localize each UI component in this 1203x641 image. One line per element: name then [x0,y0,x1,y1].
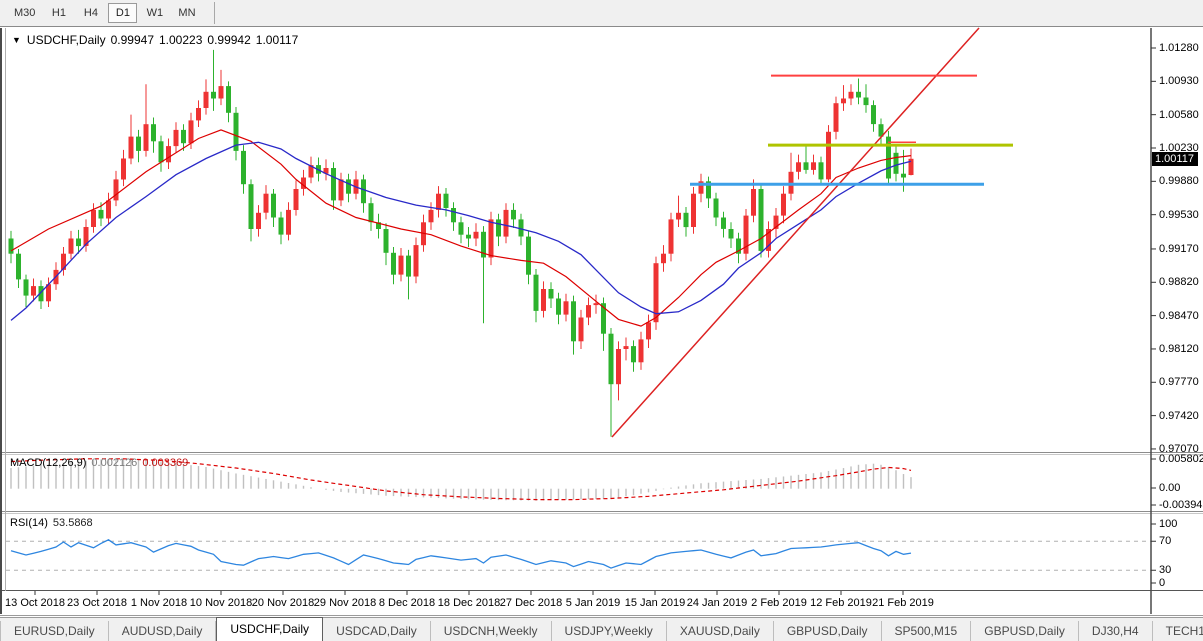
price-axis-label: 0.98120 [1159,342,1199,355]
divider [0,454,1203,455]
open-value: 0.99947 [110,33,154,47]
price-axis-label: 0.98820 [1159,276,1199,289]
price-axis-label: 0.99880 [1159,175,1199,188]
main-chart-panel[interactable] [0,28,1203,452]
toolbar-separator [213,2,215,24]
timeframe-button-h4[interactable]: H4 [76,3,105,23]
high-value: 1.00223 [159,33,203,47]
low-value: 0.99942 [207,33,251,47]
rsi-axis-label: 0 [1159,577,1166,589]
macd-axis-label: 0.005802 [1159,453,1203,465]
rsi-label: RSI(14) 53.5868 [10,517,93,529]
chart-tab-dj30-10[interactable]: DJ30,H4 [1079,621,1153,641]
rsi-value: 53.5868 [52,517,93,529]
rsi-axis-label: 100 [1159,518,1178,530]
time-axis-label: 27 Dec 2018 [499,597,563,609]
price-axis-label: 1.00930 [1159,75,1199,88]
current-price-tag: 1.00117 [1152,151,1198,166]
timeframe-button-m30[interactable]: M30 [8,3,41,23]
chart-tab-gbpusd-9[interactable]: GBPUSD,Daily [971,621,1079,641]
divider [0,513,1203,514]
chart-tab-eurusd-0[interactable]: EURUSD,Daily [1,621,109,641]
time-axis-label: 15 Jan 2019 [624,597,686,609]
chart-tab-sp500-8[interactable]: SP500,M15 [882,621,972,641]
timeframe-button-mn[interactable]: MN [172,3,201,23]
time-axis-label: 5 Jan 2019 [565,597,621,609]
time-axis-label: 29 Nov 2018 [313,597,377,609]
chart-ohlc-header: ▼ USDCHF,Daily 0.99947 1.00223 0.99942 1.0011… [12,33,298,47]
rsi-axis-label: 30 [1159,564,1172,577]
price-axis-label: 0.98470 [1159,309,1199,322]
time-axis-label: 20 Nov 2018 [251,597,315,609]
rsi-axis-label: 70 [1159,535,1172,548]
time-axis-label: 10 Nov 2018 [189,597,253,609]
rsi-name: RSI(14) [10,517,48,529]
time-axis-label: 21 Feb 2019 [872,597,934,609]
time-axis-label: 18 Dec 2018 [437,597,501,609]
divider [0,511,1203,512]
symbol-tab-bar: EURUSD,Daily AUDUSD,Daily USDCHF,Daily USDC… [0,617,1203,641]
plot-left-border [5,28,6,591]
close-value: 1.00117 [255,33,299,47]
price-axis-label: 1.01280 [1159,42,1199,54]
macd-axis-label: 0.00 [1159,482,1181,494]
chart-tab-audusd-1[interactable]: AUDUSD,Daily [109,621,217,641]
time-axis-label: 13 Oct 2018 [5,597,65,609]
chart-tab-tech1-11[interactable]: TECH1 [1153,621,1203,641]
price-axis-label: 0.97420 [1159,409,1199,422]
price-axis-label: 0.99530 [1159,208,1199,221]
time-axis-label: 1 Nov 2018 [130,597,188,609]
time-axis-label: 24 Jan 2019 [686,597,748,609]
timeframe-button-d1[interactable]: D1 [108,3,138,23]
macd-main-value: 0.002126 [91,457,138,469]
divider [0,452,1203,453]
timeframe-toolbar: M30 H1 H4 D1 W1 MN [0,0,1203,27]
macd-axis-label: -0.003945 [1159,499,1203,511]
chart-tab-usdchf-2[interactable]: USDCHF,Daily [216,617,324,641]
macd-name: MACD(12,26,9) [10,457,87,469]
timeframe-button-h1[interactable]: H1 [44,3,73,23]
macd-signal-value: 0.003369 [142,457,189,469]
chart-tab-usdcad-3[interactable]: USDCAD,Daily [323,621,431,641]
window-left-edge [0,28,2,614]
time-axis-label: 8 Dec 2018 [378,597,436,609]
timeframe-button-w1[interactable]: W1 [140,3,169,23]
divider [0,615,1203,616]
time-axis-label: 2 Feb 2019 [751,597,807,609]
price-axis-label: 0.97770 [1159,376,1199,389]
chevron-down-icon[interactable]: ▼ [12,35,21,45]
time-axis-label: 12 Feb 2019 [810,597,872,609]
chart-tab-gbpusd-7[interactable]: GBPUSD,Daily [774,621,882,641]
time-axis-label: 23 Oct 2018 [67,597,127,609]
rsi-indicator-panel[interactable] [0,514,1203,590]
chart-tab-usdjpy-5[interactable]: USDJPY,Weekly [552,621,667,641]
chart-tab-usdcnh-4[interactable]: USDCNH,Weekly [431,621,552,641]
price-axis-label: 1.00580 [1159,108,1199,121]
macd-label: MACD(12,26,9) 0.002126 0.003369 [10,457,188,469]
chart-tab-xauusd-6[interactable]: XAUUSD,Daily [667,621,774,641]
divider [0,590,1203,591]
symbol-period-label: USDCHF,Daily [26,33,106,47]
price-axis-label: 0.99170 [1159,242,1199,255]
